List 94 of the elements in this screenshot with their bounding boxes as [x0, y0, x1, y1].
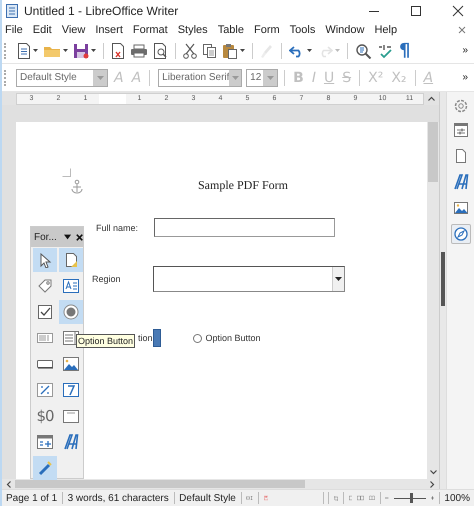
form-tool-button[interactable]	[33, 248, 57, 272]
dropdown-arrow-icon[interactable]	[307, 49, 312, 52]
zoom-in-icon[interactable]	[430, 494, 434, 502]
document-icon	[6, 4, 18, 18]
anchor-icon	[62, 168, 84, 194]
numeric-field-icon	[63, 382, 79, 398]
dropdown-arrow-icon[interactable]	[335, 277, 342, 281]
image-icon	[63, 356, 79, 372]
field-label: tion	[138, 333, 153, 343]
font-size-field[interactable]: 12	[246, 68, 278, 86]
field-label: Full name:	[96, 222, 140, 232]
dropdown-arrow-icon[interactable]	[91, 49, 96, 52]
formatting-marks-button[interactable]: ¶	[399, 40, 410, 61]
window-title: Untitled 1 - LibreOffice Writer	[24, 4, 178, 18]
menu-item[interactable]: Format	[132, 24, 168, 36]
fontwork-icon	[63, 434, 79, 450]
horizontal-scrollbar[interactable]	[2, 479, 439, 489]
dropdown-arrow-icon[interactable]	[64, 234, 71, 240]
copy-icon[interactable]	[202, 42, 217, 58]
save-icon[interactable]	[73, 42, 89, 58]
tag-icon	[37, 278, 53, 294]
magic-wand-icon	[37, 460, 53, 476]
insert-mode-icon	[246, 493, 254, 503]
find-replace-icon[interactable]	[355, 42, 372, 58]
page-style: Default Style	[179, 492, 236, 504]
page-count: Page 1 of 1	[6, 492, 58, 504]
field-label: Region	[92, 274, 122, 284]
multi-page-view-icon[interactable]	[357, 493, 364, 503]
radio-button[interactable]	[192, 334, 202, 342]
menu-item[interactable]: Tools	[290, 24, 316, 36]
zoom-slider[interactable]	[410, 492, 414, 502]
print-icon[interactable]	[130, 44, 148, 58]
scroll-up-icon[interactable]	[428, 96, 435, 101]
cut-icon[interactable]	[183, 42, 197, 58]
dropdown-arrow-icon[interactable]	[33, 49, 38, 52]
text-box-icon	[63, 278, 79, 294]
close-icon[interactable]	[76, 232, 83, 242]
styles-icon	[452, 174, 468, 190]
image-icon	[452, 200, 468, 216]
radio-label: Option Button	[206, 333, 261, 343]
combo-box-icon	[63, 330, 79, 346]
settings-icon[interactable]	[452, 98, 468, 114]
spellcheck-icon[interactable]	[377, 42, 394, 58]
menu-item[interactable]: Edit	[32, 24, 52, 36]
formatted-field-icon	[37, 382, 53, 398]
tooltip: Option Button	[76, 334, 136, 348]
menu-item[interactable]: Form	[254, 24, 280, 36]
word-count: 3 words, 61 characters	[68, 492, 169, 504]
book-view-icon[interactable]	[369, 493, 376, 503]
scroll-left-icon[interactable]	[6, 480, 11, 488]
zoom-level: 100%	[444, 492, 470, 504]
menu-item[interactable]: Window	[325, 24, 364, 36]
form-tool-button[interactable]	[59, 248, 83, 272]
overflow-button[interactable]: »	[462, 72, 468, 83]
pattern-field-icon	[63, 408, 79, 424]
menu-item[interactable]: File	[5, 24, 23, 36]
list-box-icon	[37, 330, 53, 346]
selection-handle[interactable]	[152, 329, 161, 347]
sidebar-tab[interactable]	[450, 224, 470, 244]
menu-item[interactable]: View	[62, 24, 86, 36]
dropdown-arrow-icon[interactable]	[240, 49, 245, 52]
text-field[interactable]	[154, 218, 335, 237]
radio-icon	[63, 304, 79, 320]
toolbar-title: For...	[34, 232, 57, 242]
maximize-icon[interactable]	[410, 5, 422, 17]
overflow-button[interactable]: »	[462, 45, 468, 56]
document-modified-icon	[264, 493, 268, 503]
single-page-view-icon[interactable]	[348, 493, 352, 503]
menu-item[interactable]: Insert	[95, 24, 123, 36]
compass-icon	[452, 226, 468, 242]
pdf-document-icon[interactable]	[111, 42, 125, 58]
sidebar-handle[interactable]	[440, 92, 446, 489]
paragraph-style-field[interactable]: Default Style	[16, 68, 108, 86]
document-title: Sample PDF Form	[198, 178, 288, 193]
close-icon[interactable]	[452, 5, 464, 17]
vertical-scrollbar[interactable]	[427, 122, 439, 479]
menu-item[interactable]: Help	[374, 24, 398, 36]
table-control-icon	[37, 434, 53, 450]
scroll-thumb[interactable]	[428, 122, 438, 182]
scroll-down-icon[interactable]	[430, 470, 436, 475]
design-mode-icon	[63, 252, 79, 268]
list-box[interactable]	[153, 266, 345, 292]
dropdown-arrow-icon[interactable]	[63, 49, 68, 52]
scroll-right-icon[interactable]	[430, 480, 435, 488]
menu-item[interactable]: Table	[218, 24, 244, 36]
page-preview-icon[interactable]	[153, 42, 168, 58]
properties-icon	[452, 122, 468, 138]
font-name-field[interactable]: Liberation Serif	[158, 68, 242, 86]
menu-item[interactable]: Styles	[178, 24, 208, 36]
checkbox-icon	[37, 304, 53, 320]
scroll-thumb[interactable]	[15, 480, 305, 488]
clipboard-icon[interactable]	[222, 42, 238, 58]
new-document-icon[interactable]	[17, 42, 31, 58]
form-tool-button[interactable]: $0	[33, 404, 57, 428]
